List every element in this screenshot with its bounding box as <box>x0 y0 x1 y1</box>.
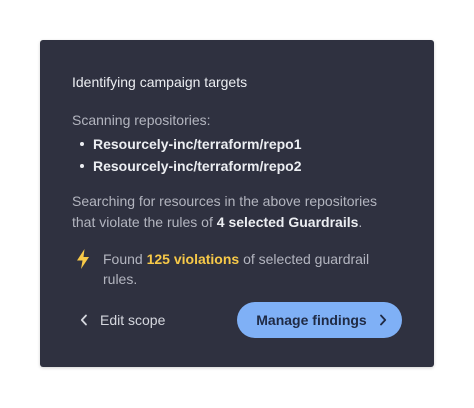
scanning-label: Scanning repositories: <box>72 112 211 128</box>
repository-name: Resourcely-inc/terraform/repo1 <box>93 136 302 152</box>
manage-findings-button[interactable]: Manage findings <box>237 302 402 338</box>
card-title: Identifying campaign targets <box>72 74 248 90</box>
chevron-left-icon <box>80 314 87 326</box>
bullet-icon <box>80 142 84 146</box>
lightning-bolt-icon <box>77 249 89 269</box>
chevron-right-icon <box>379 314 386 326</box>
repository-item: Resourcely-inc/terraform/repo2 <box>72 155 402 177</box>
result-prefix: Found <box>103 251 147 267</box>
edit-scope-label: Edit scope <box>100 312 166 328</box>
card-actions: Edit scope Manage findings <box>72 302 402 338</box>
bullet-icon <box>80 164 84 168</box>
violations-result: Found 125 violations of selected guardra… <box>72 249 402 289</box>
description-end: . <box>358 214 363 230</box>
repository-list: Resourcely-inc/terraform/repo1 Resourcel… <box>72 133 402 177</box>
violations-text: Found 125 violations of selected guardra… <box>103 249 373 289</box>
edit-scope-button[interactable]: Edit scope <box>80 312 165 328</box>
violations-count: 125 violations <box>146 251 240 267</box>
search-description: Searching for resources in the above rep… <box>72 191 402 233</box>
campaign-targets-card: Identifying campaign targets Scanning re… <box>40 40 434 367</box>
guardrails-count: 4 selected Guardrails <box>216 214 359 230</box>
manage-findings-label: Manage findings <box>256 312 367 328</box>
repository-item: Resourcely-inc/terraform/repo1 <box>72 133 402 155</box>
repository-name: Resourcely-inc/terraform/repo2 <box>93 158 302 174</box>
